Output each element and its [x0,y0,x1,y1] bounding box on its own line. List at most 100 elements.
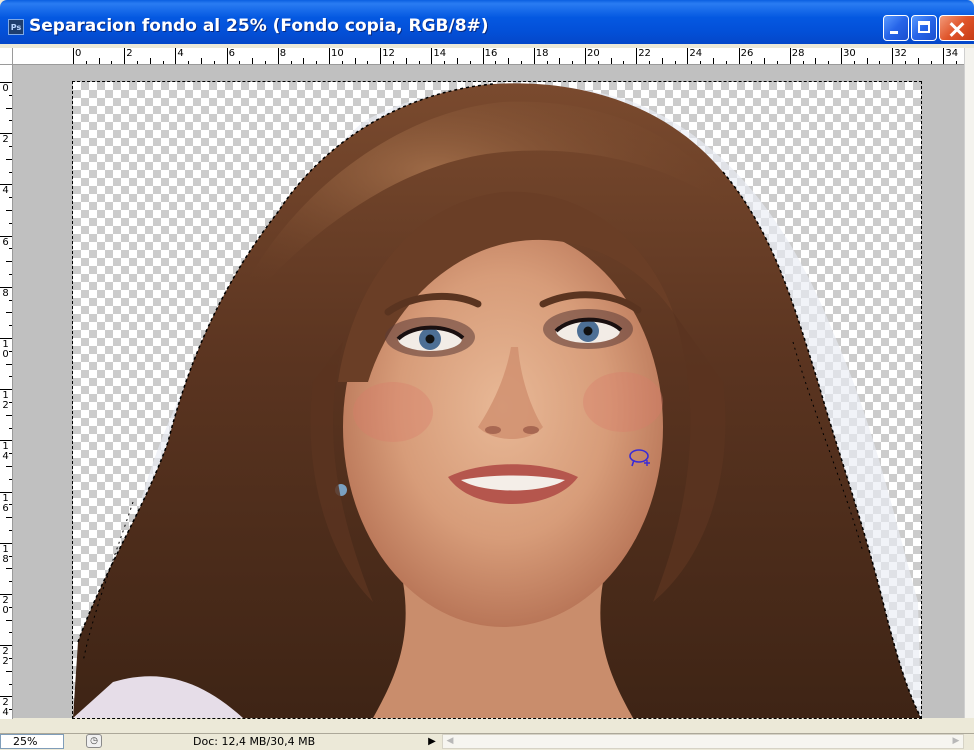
ruler-tick [943,48,945,64]
ruler-label: 6 [2,236,9,248]
ruler-label: 26 [740,48,754,59]
document-size-info: Doc: 12,4 MB/30,4 MB [193,735,316,748]
ruler-tick [905,61,906,64]
ruler-tick [9,222,12,224]
scroll-left-icon[interactable]: ◀ [443,735,457,748]
ruler-tick [469,61,471,64]
ruler-label: 18 [535,48,549,59]
ruler-tick [277,48,279,64]
ruler-label: 22 [638,48,651,59]
ruler-tick [9,299,12,301]
ruler-tick [9,683,12,685]
ruler-tick [495,61,497,64]
ruler-label: 30 [843,48,856,59]
scroll-right-icon[interactable]: ▶ [949,735,963,748]
ruler-label: 2 [126,48,133,59]
horizontal-ruler[interactable]: 0 2 4 6 8 10 12 14 16 18 20 22 24 26 28 30 32 34 [0,48,964,65]
zoom-input[interactable]: 25% [0,734,64,749]
status-info-icon[interactable]: ◷ [86,734,102,748]
ruler-tick [9,197,12,199]
minimize-button[interactable] [883,15,909,41]
ruler-tick [162,61,164,64]
ruler-tick [546,61,548,64]
ruler-tick [815,58,817,64]
ruler-tick [98,58,100,64]
ruler-label: 8 [2,287,9,299]
ruler-tick [9,376,12,378]
vertical-ruler[interactable]: 0 2 4 6 8 10 12 14 16 18 20 22 24 [0,64,13,719]
ruler-tick [6,261,12,263]
ruler-tick [354,58,356,64]
ruler-label: 14 [433,48,447,59]
ruler-tick [6,670,12,672]
ruler-tick [9,606,12,608]
ruler-label: 24 [689,48,703,59]
ruler-label: 8 [279,48,287,59]
ruler-tick [725,61,727,64]
ruler-label: 20 [587,48,600,59]
ruler-tick [380,48,382,64]
ruler-tick [841,48,842,64]
ruler-tick [9,453,12,455]
ruler-tick [9,350,12,352]
ruler-tick [559,58,561,64]
ruler-tick [405,58,407,64]
ruler-tick [367,61,369,64]
ruler-tick [265,61,266,64]
horizontal-scrollbar[interactable]: ◀ ▶ [442,734,964,749]
close-button[interactable] [939,15,974,41]
ruler-tick [623,61,625,64]
ruler-tick [879,61,881,64]
ruler-origin[interactable] [0,48,13,65]
ruler-tick [6,363,12,365]
ruler-tick [444,61,446,64]
ruler-tick [149,58,151,64]
vertical-scrollbar[interactable] [964,48,974,718]
ruler-tick [9,171,12,173]
document-canvas[interactable] [72,81,922,719]
ruler-tick [533,48,535,64]
ruler-tick [303,58,305,64]
ruler-tick [956,61,958,64]
ruler-tick [9,248,12,250]
maximize-button[interactable] [911,15,937,41]
ruler-tick [431,48,433,64]
ruler-tick [239,61,241,64]
title-bar[interactable]: Ps Separacion fondo al 25% (Fondo copia,… [0,0,974,44]
ruler-tick [9,325,12,327]
ruler-tick [866,58,868,64]
ruler-label: 0 [2,83,9,94]
ruler-label: 6 [228,48,235,59]
ruler-tick [610,58,612,64]
ruler-tick [9,94,12,96]
ruler-label: 16 [484,48,498,59]
ruler-tick [597,61,599,64]
ruler-tick [9,504,12,506]
ruler-tick [917,58,919,64]
ruler-tick [521,61,522,64]
ruler-tick [572,61,574,64]
photoshop-doc-icon[interactable]: Ps [8,19,24,35]
ruler-tick [85,61,87,64]
ruler-label: 4 [2,185,9,197]
status-menu-arrow[interactable]: ▶ [426,735,438,748]
ruler-tick [777,61,778,64]
ruler-tick [585,48,586,64]
ruler-tick [73,48,74,64]
ruler-tick [764,58,766,64]
ruler-tick [393,61,394,64]
ruler-tick [789,48,791,64]
ruler-tick [738,48,740,64]
ruler-tick [175,48,177,64]
ruler-tick [9,530,12,531]
ruler-tick [252,58,254,64]
ruler-tick [9,555,12,557]
ruler-tick [290,61,292,64]
ruler-tick [188,61,190,64]
ruler-label: 12 [382,48,395,59]
ruler-tick [930,61,932,64]
ruler-tick [6,466,12,467]
ruler-tick [9,274,12,275]
ruler-tick [9,146,12,147]
ruler-label: 28 [791,48,805,59]
